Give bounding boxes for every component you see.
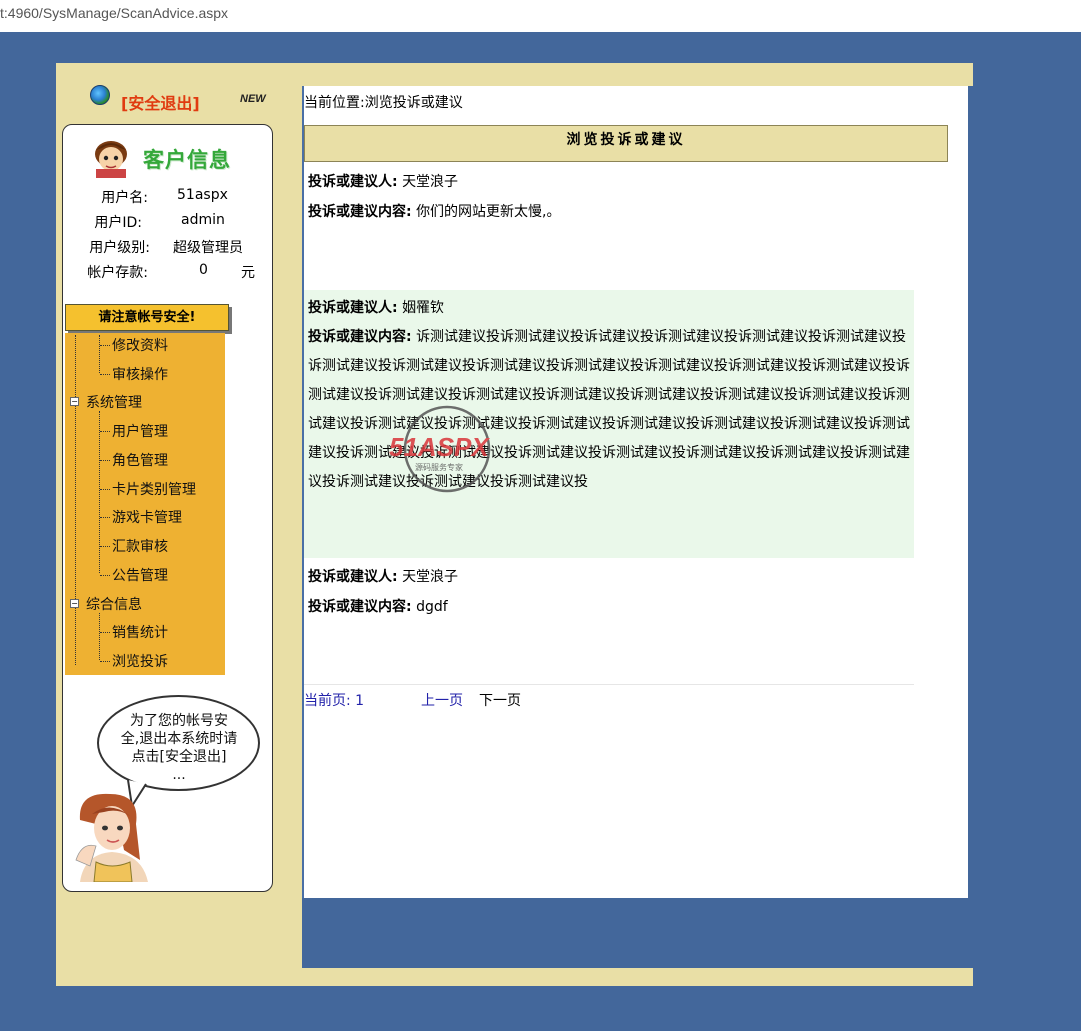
divider	[304, 684, 914, 685]
browser-address-bar[interactable]: t:4960/SysManage/ScanAdvice.aspx	[0, 0, 1081, 32]
frame-top-strip	[56, 63, 973, 86]
menu-item-sales-stats[interactable]: 销售统计	[112, 622, 168, 642]
author-value: 天堂浪子	[402, 569, 459, 585]
next-page-link[interactable]: 下一页	[479, 690, 521, 710]
globe-icon	[90, 85, 110, 105]
info-row-username: 用户名: 51aspx	[62, 187, 273, 207]
content-label: 投诉或建议内容:	[308, 204, 412, 220]
author-label: 投诉或建议人:	[308, 174, 398, 190]
tree-line	[99, 613, 100, 660]
author-field: 投诉或建议人: 姻罹钦	[308, 294, 444, 323]
complaint-entry: 投诉或建议人: 天堂浪子 投诉或建议内容: 你们的网站更新太慢,。	[304, 168, 914, 288]
info-row-userid: 用户ID: admin	[62, 212, 273, 232]
tip-line: 点击[安全退出]	[131, 749, 227, 765]
info-row-level: 用户级别: 超级管理员	[62, 237, 273, 257]
tree-branch	[100, 661, 110, 662]
breadcrumb: 当前位置:浏览投诉或建议	[304, 95, 463, 111]
page-title: 浏览投诉或建议	[304, 125, 948, 162]
tip-line: ...	[172, 767, 186, 783]
watermark-logo: 51ASPX 源码服务专家	[389, 405, 490, 493]
info-label: 用户级别:	[89, 240, 150, 256]
menu-item-remittance[interactable]: 汇款审核	[112, 536, 168, 556]
content-label: 投诉或建议内容:	[308, 599, 412, 615]
info-label: 用户名:	[101, 190, 148, 206]
watermark-brand: 51ASPX	[389, 432, 490, 462]
tip-line: 全,退出本系统时请	[120, 731, 238, 747]
logout-link[interactable]: [安全退出]	[121, 90, 200, 114]
info-label: 帐户存款:	[87, 265, 148, 281]
tree-branch	[100, 517, 110, 518]
tree-branch	[100, 489, 110, 490]
mascot-girl-icon	[75, 793, 148, 882]
url-text: t:4960/SysManage/ScanAdvice.aspx	[0, 5, 229, 21]
content-label: 投诉或建议内容:	[308, 329, 412, 345]
tree-branch	[100, 374, 110, 375]
tree-line	[75, 335, 76, 665]
menu-item-game-cards[interactable]: 游戏卡管理	[112, 507, 182, 527]
author-value: 姻罹钦	[402, 300, 445, 316]
tree-branch	[100, 431, 110, 432]
tip-text: 为了您的帐号安 全,退出本系统时请 点击[安全退出] ...	[108, 712, 250, 784]
menu-item-roles[interactable]: 角色管理	[112, 450, 168, 470]
info-unit: 元	[241, 265, 255, 281]
author-field: 投诉或建议人: 天堂浪子	[308, 563, 458, 592]
frame-bottom-strip	[56, 968, 973, 986]
tree-branch	[100, 546, 110, 547]
tree-branch	[100, 575, 110, 576]
menu-item-browse-complaints[interactable]: 浏览投诉	[112, 651, 168, 671]
collapse-icon[interactable]: −	[70, 599, 79, 608]
content-value: 你们的网站更新太慢,。	[416, 204, 561, 220]
tree-line	[99, 411, 100, 573]
info-row-balance: 帐户存款: 0 元	[62, 262, 273, 282]
security-notice-button[interactable]: 请注意帐号安全!	[65, 304, 229, 331]
info-value: 51aspx	[177, 187, 228, 203]
new-badge: NEW	[240, 93, 266, 105]
info-value: 超级管理员	[173, 240, 243, 256]
content-value: dgdf	[416, 599, 448, 615]
tree-branch	[100, 460, 110, 461]
content-field: 投诉或建议内容: 你们的网站更新太慢,。	[308, 198, 561, 227]
menu-item-review[interactable]: 审核操作	[112, 364, 168, 384]
tip-line: 为了您的帐号安	[130, 713, 228, 729]
menu-group-info[interactable]: 综合信息	[86, 594, 142, 614]
author-field: 投诉或建议人: 天堂浪子	[308, 168, 458, 197]
tree-line	[99, 335, 100, 373]
complaint-entry: 投诉或建议人: 天堂浪子 投诉或建议内容: dgdf	[304, 563, 914, 683]
customer-info-title: 客户信息	[143, 148, 231, 172]
info-value: 0	[199, 262, 208, 278]
menu-group-system[interactable]: 系统管理	[86, 392, 142, 412]
menu-item-card-types[interactable]: 卡片类别管理	[112, 479, 196, 499]
menu-item-announcements[interactable]: 公告管理	[112, 565, 168, 585]
content-field: 投诉或建议内容: dgdf	[308, 593, 448, 622]
author-label: 投诉或建议人:	[308, 569, 398, 585]
author-label: 投诉或建议人:	[308, 300, 398, 316]
current-page-label: 当前页: 1	[304, 693, 365, 709]
collapse-icon[interactable]: −	[70, 397, 79, 406]
tree-branch	[100, 632, 110, 633]
avatar-icon	[95, 141, 127, 178]
watermark-tagline: 源码服务专家	[415, 462, 463, 472]
prev-page-link[interactable]: 上一页	[421, 690, 463, 710]
author-value: 天堂浪子	[402, 174, 459, 190]
tree-branch	[100, 345, 110, 346]
menu-item-users[interactable]: 用户管理	[112, 421, 168, 441]
info-label: 用户ID:	[94, 215, 142, 231]
menu-item-edit-profile[interactable]: 修改资料	[112, 335, 168, 355]
info-value: admin	[181, 212, 225, 228]
